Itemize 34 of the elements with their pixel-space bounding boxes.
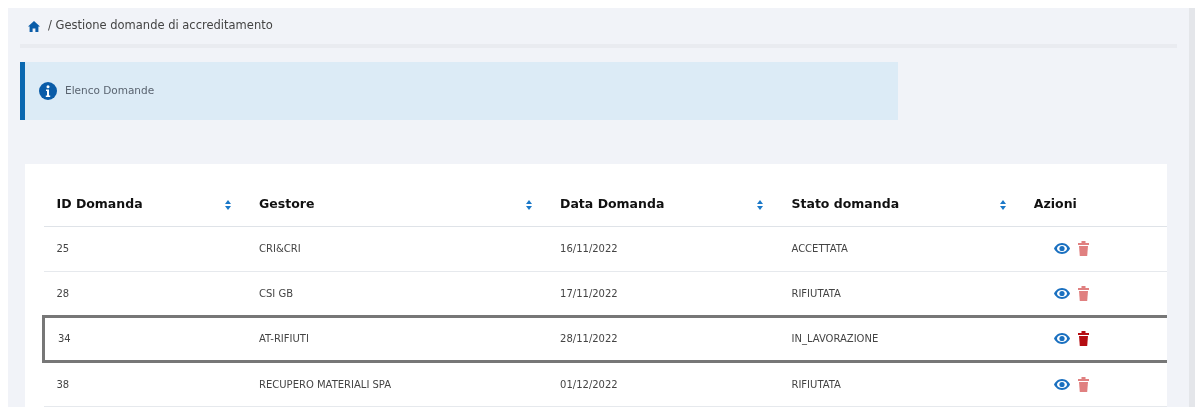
- table-cell: AT-RIFIUTI: [259, 333, 309, 344]
- table-cell: RIFIUTATA: [791, 378, 841, 390]
- view-icon[interactable]: [1053, 243, 1070, 254]
- view-icon[interactable]: [1053, 333, 1070, 344]
- view-icon[interactable]: [1053, 378, 1070, 390]
- column-header: ID Domanda: [56, 195, 143, 214]
- table-cell: CSI GB: [259, 287, 294, 299]
- home-icon[interactable]: [28, 20, 40, 32]
- table-cell: 16/11/2022: [560, 243, 618, 254]
- breadcrumb-text: / Gestione domande di accreditamento: [48, 17, 273, 35]
- table-cell: 28: [56, 287, 70, 299]
- column-header: Azioni: [1033, 195, 1077, 214]
- column-header: Gestore: [259, 195, 315, 214]
- table-cell: 01/12/2022: [560, 378, 618, 390]
- table-cell: 38: [56, 378, 70, 390]
- sort-icon[interactable]: [526, 199, 533, 210]
- table-cell: ACCETTATA: [791, 243, 848, 254]
- info-icon: [39, 82, 57, 100]
- column-header: Data Domanda: [560, 195, 665, 214]
- alert-text: Elenco Domande: [65, 83, 155, 99]
- delete-icon[interactable]: [1077, 331, 1089, 346]
- table-cell: CRI&CRI: [259, 243, 301, 254]
- column-header: Stato domanda: [791, 195, 900, 214]
- sort-icon[interactable]: [757, 199, 764, 210]
- table-cell: RIFIUTATA: [791, 287, 841, 299]
- table-cell: 25: [56, 243, 70, 254]
- table-cell: 17/11/2022: [560, 287, 618, 299]
- table-cell: RECUPERO MATERIALI SPA: [259, 378, 392, 390]
- table-cell: IN_LAVORAZIONE: [791, 333, 879, 344]
- table-cell: 34: [58, 333, 71, 344]
- table-cell: 28/11/2022: [560, 333, 618, 344]
- view-icon[interactable]: [1053, 287, 1070, 299]
- sort-icon[interactable]: [225, 199, 232, 210]
- sort-icon[interactable]: [999, 199, 1006, 210]
